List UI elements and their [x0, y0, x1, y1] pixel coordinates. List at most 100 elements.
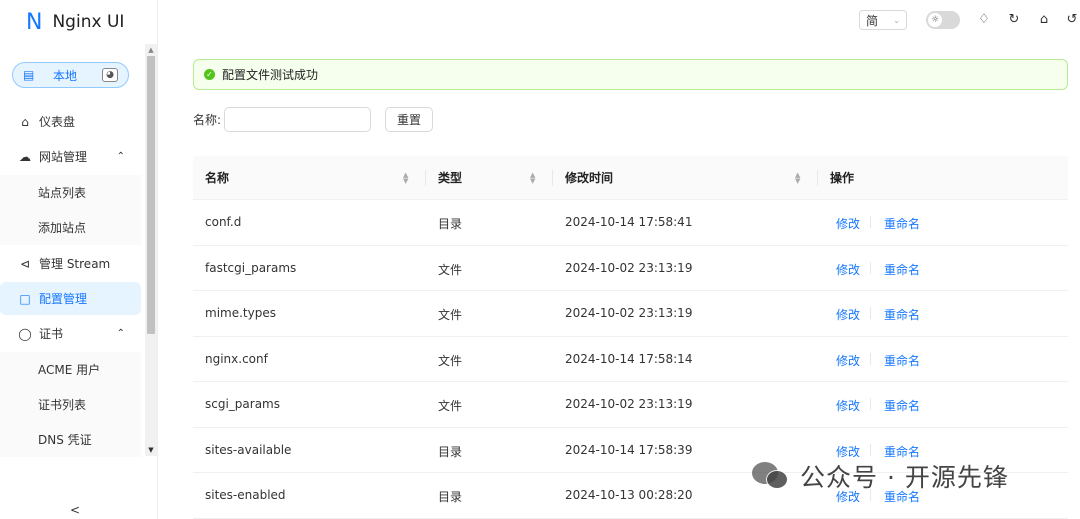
dashboard-badge-icon: ◕	[102, 68, 118, 82]
chevron-up-icon: ⌃	[116, 328, 125, 339]
sidebar-item-label: 配置管理	[39, 292, 88, 306]
rename-link[interactable]: 重命名	[884, 352, 920, 369]
environment-switch[interactable]: ▤ 本地 ◕	[12, 62, 129, 88]
sidebar-item-label: 网站管理	[39, 150, 88, 164]
edit-link[interactable]: 修改	[836, 352, 860, 369]
sidebar-item-label: 证书	[39, 327, 64, 341]
rename-link[interactable]: 重命名	[884, 306, 920, 323]
cert-submenu: ACME 用户 证书列表 DNS 凭证	[0, 352, 141, 457]
environment-label: 本地	[53, 68, 78, 83]
cell-type: 文件	[438, 353, 463, 368]
sidebar-scrollbar[interactable]: ▲ ▼	[145, 44, 157, 456]
sidebar-item-stream[interactable]: ⊲ 管理 Stream	[0, 247, 141, 280]
logo-mark: N	[26, 9, 43, 35]
cell-type: 文件	[438, 262, 463, 277]
share-icon: ⊲	[19, 256, 31, 271]
sort-icon[interactable]: ▲ ▼	[795, 172, 800, 185]
reload-icon[interactable]: ↻	[1006, 12, 1022, 27]
cell-name: sites-available	[205, 442, 292, 457]
table-row: fastcgi_params 文件 2024-10-02 23:13:19 修改…	[193, 246, 1068, 291]
edit-link[interactable]: 修改	[836, 215, 860, 232]
rename-link[interactable]: 重命名	[884, 443, 920, 460]
sidebar-item-dashboard[interactable]: ⌂ 仪表盘	[0, 105, 141, 138]
sidebar-item-dns-cred[interactable]: DNS 凭证	[0, 422, 141, 457]
top-header: 简 ⌄ ☼ ♢ ↻ ⌂ ↺	[158, 0, 1080, 44]
language-select[interactable]: 简 ⌄	[859, 10, 907, 30]
watermark-text: 公众号 · 开源先锋	[800, 463, 1009, 492]
cell-name: sites-enabled	[205, 488, 286, 502]
wechat-watermark: 公众号 · 开源先锋	[752, 458, 1009, 494]
logout-icon[interactable]: ↺	[1064, 12, 1080, 27]
scroll-down-icon[interactable]: ▼	[145, 444, 157, 456]
bell-icon[interactable]: ♢	[976, 12, 992, 27]
cell-name: nginx.conf	[205, 351, 268, 366]
main-content: ✓ 配置文件测试成功 名称: 重置 名称 ▲ ▼ 类型 ▲ ▼ 修改时间 ▲ ▼ 操作…	[158, 44, 1080, 519]
home-icon[interactable]: ⌂	[1036, 12, 1052, 27]
cell-type: 文件	[438, 308, 463, 322]
reset-button[interactable]: 重置	[385, 107, 434, 132]
table-row: nginx.conf 文件 2024-10-14 17:58:14 修改 重命名	[193, 337, 1068, 382]
cell-name: mime.types	[205, 306, 276, 320]
sidebar-item-cert-list[interactable]: 证书列表	[0, 387, 141, 422]
cell-name: conf.d	[205, 215, 242, 229]
table-header: 名称 ▲ ▼ 类型 ▲ ▼ 修改时间 ▲ ▼ 操作	[193, 156, 1068, 200]
file-icon: □	[19, 291, 31, 306]
cell-name: fastcgi_params	[205, 260, 297, 275]
cell-modified: 2024-10-02 23:13:19	[565, 260, 693, 275]
table-row: mime.types 文件 2024-10-02 23:13:19 修改 重命名	[193, 291, 1068, 337]
app-logo[interactable]: N Nginx UI	[0, 0, 157, 44]
chevron-up-icon: ⌃	[116, 151, 125, 162]
rename-link[interactable]: 重命名	[884, 215, 920, 232]
column-header-actions: 操作	[830, 171, 855, 185]
server-icon: ▤	[23, 68, 35, 82]
table-row: scgi_params 文件 2024-10-02 23:13:19 修改 重命…	[193, 382, 1068, 428]
sidebar: N Nginx UI ▤ 本地 ◕ ⌂ 仪表盘 ☁ 网站管理 ⌃ 站点列表 添加…	[0, 0, 158, 519]
cell-type: 目录	[438, 444, 463, 459]
cell-type: 目录	[438, 217, 463, 231]
cell-type: 目录	[438, 490, 463, 504]
edit-link[interactable]: 修改	[836, 306, 860, 323]
sidebar-item-acme-user[interactable]: ACME 用户	[0, 352, 141, 387]
shield-icon: ◯	[18, 326, 32, 341]
sort-icon[interactable]: ▲ ▼	[530, 172, 535, 185]
column-divider	[552, 170, 553, 186]
column-header-modified[interactable]: 修改时间	[565, 169, 613, 186]
rename-link[interactable]: 重命名	[884, 397, 920, 414]
language-value: 简	[866, 13, 879, 28]
edit-link[interactable]: 修改	[836, 443, 860, 460]
chevron-down-icon: ⌄	[893, 15, 900, 25]
table-row: conf.d 目录 2024-10-14 17:58:41 修改 重命名	[193, 200, 1068, 246]
column-header-type[interactable]: 类型	[438, 169, 462, 186]
edit-link[interactable]: 修改	[836, 261, 860, 278]
alert-message: 配置文件测试成功	[222, 68, 319, 82]
theme-toggle[interactable]: ☼	[926, 11, 960, 29]
search-form: 名称: 重置	[193, 107, 434, 132]
scroll-up-icon[interactable]: ▲	[145, 44, 157, 56]
collapse-sidebar-button[interactable]: <	[70, 503, 80, 517]
cell-name: scgi_params	[205, 397, 280, 411]
sun-icon: ☼	[928, 13, 942, 27]
sidebar-item-cert[interactable]: ◯ 证书 ⌃	[0, 317, 141, 350]
column-header-name[interactable]: 名称	[205, 169, 229, 186]
sidebar-item-add-site[interactable]: 添加站点	[0, 210, 141, 245]
cell-modified: 2024-10-02 23:13:19	[565, 306, 693, 320]
sites-submenu: 站点列表 添加站点	[0, 175, 141, 245]
sidebar-item-sites[interactable]: ☁ 网站管理 ⌃	[0, 140, 141, 173]
sidebar-item-site-list[interactable]: 站点列表	[0, 175, 141, 210]
app-title: Nginx UI	[52, 12, 125, 32]
cell-type: 文件	[438, 399, 463, 413]
name-filter-input[interactable]	[224, 107, 372, 132]
name-filter-label: 名称:	[193, 113, 222, 127]
sidebar-item-config[interactable]: □ 配置管理	[0, 282, 141, 315]
cell-modified: 2024-10-14 17:58:14	[565, 351, 693, 366]
sort-icon[interactable]: ▲ ▼	[403, 172, 408, 185]
check-circle-icon: ✓	[204, 69, 215, 80]
cell-modified: 2024-10-14 17:58:39	[565, 442, 693, 457]
edit-link[interactable]: 修改	[836, 397, 860, 414]
action-divider	[870, 216, 871, 228]
scroll-thumb[interactable]	[147, 56, 155, 334]
cell-modified: 2024-10-14 17:58:41	[565, 215, 693, 229]
sidebar-item-label: 仪表盘	[39, 115, 76, 129]
rename-link[interactable]: 重命名	[884, 261, 920, 278]
action-divider	[870, 307, 871, 319]
